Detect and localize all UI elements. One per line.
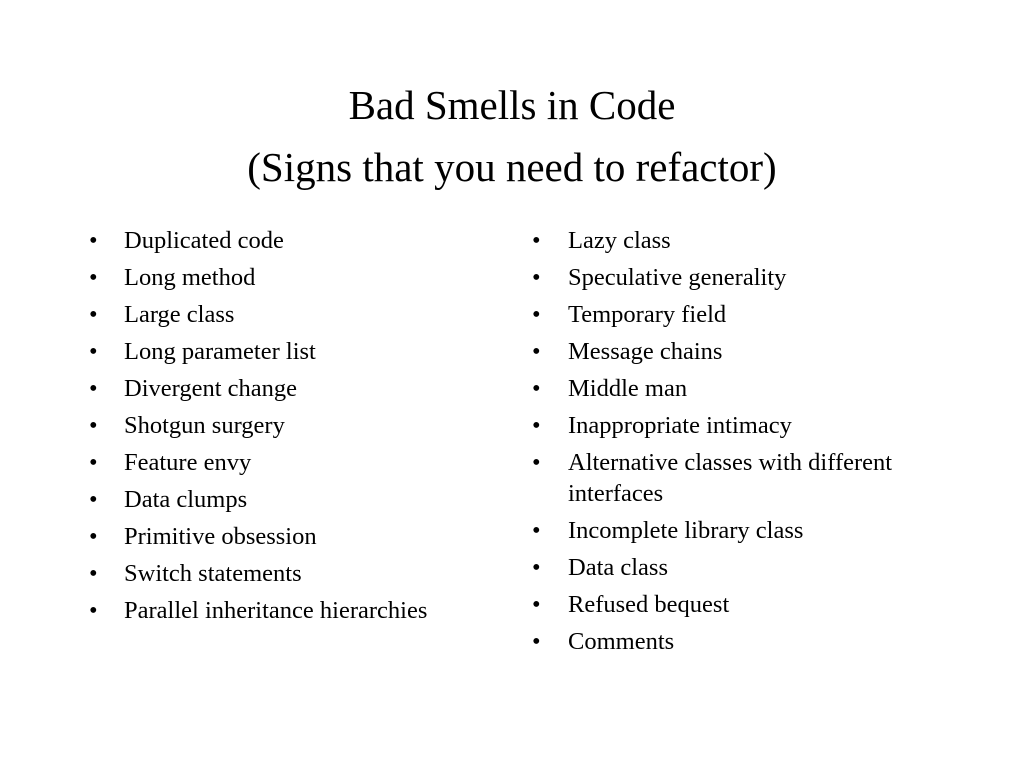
bullet-item: • Data clumps	[84, 484, 504, 521]
bullet-point-icon: •	[89, 560, 98, 587]
bullet-item-label: Data clumps	[124, 486, 248, 513]
bullet-item: • Long parameter list	[84, 336, 504, 373]
bullet-item-label: Refused bequest	[568, 591, 730, 618]
bullet-item-label: Feature envy	[124, 449, 252, 476]
slide-canvas: Bad Smells in Code (Signs that you need …	[0, 0, 1024, 768]
bullet-point-icon: •	[89, 486, 98, 513]
bullet-point-icon: •	[532, 227, 541, 254]
slide-title: Bad Smells in Code (Signs that you need …	[0, 74, 1024, 198]
bullet-item: • Primitive obsession	[84, 521, 504, 558]
bullet-item: • Temporary field	[527, 299, 917, 336]
bullet-list-right: • Lazy class • Speculative generality • Tempo…	[527, 225, 917, 663]
bullet-item: • Speculative generality	[527, 262, 917, 299]
bullet-item-label: Long parameter list	[124, 338, 316, 365]
bullet-list-left: • Duplicated code • Long method • Large class…	[84, 225, 504, 632]
bullet-point-icon: •	[89, 264, 98, 291]
bullet-item: • Large class	[84, 299, 504, 336]
bullet-item: • Inappropriate intimacy	[527, 410, 917, 447]
bullet-item-label: Alternative classes with different inter…	[568, 449, 893, 507]
bullet-item: • Message chains	[527, 336, 917, 373]
bullet-point-icon: •	[532, 517, 541, 544]
bullet-item-label: Message chains	[568, 338, 723, 365]
bullet-point-icon: •	[532, 449, 541, 476]
bullet-point-icon: •	[532, 375, 541, 402]
title-line-1: Bad Smells in Code	[348, 82, 676, 128]
bullet-point-icon: •	[532, 554, 541, 581]
bullet-point-icon: •	[89, 375, 98, 402]
bullet-item: • Refused bequest	[527, 589, 917, 626]
bullet-column-right: • Lazy class • Speculative generality • Tempo…	[527, 225, 917, 663]
bullet-item-label: Primitive obsession	[124, 523, 317, 550]
bullet-item-label: Incomplete library class	[568, 517, 804, 544]
bullet-point-icon: •	[532, 338, 541, 365]
bullet-point-icon: •	[89, 301, 98, 328]
bullet-columns: • Duplicated code • Long method • Large class…	[0, 225, 1024, 685]
bullet-item-label: Parallel inheritance hierarchies	[124, 597, 428, 624]
bullet-item-label: Lazy class	[568, 227, 671, 254]
bullet-column-left: • Duplicated code • Long method • Large class…	[84, 225, 504, 632]
bullet-item-label: Comments	[568, 628, 675, 655]
bullet-item-label: Duplicated code	[124, 227, 284, 254]
bullet-point-icon: •	[89, 523, 98, 550]
bullet-item-label: Divergent change	[124, 375, 298, 402]
bullet-item-label: Temporary field	[568, 301, 727, 328]
bullet-point-icon: •	[89, 449, 98, 476]
bullet-point-icon: •	[532, 264, 541, 291]
bullet-item: • Switch statements	[84, 558, 504, 595]
bullet-point-icon: •	[532, 591, 541, 618]
bullet-item: • Feature envy	[84, 447, 504, 484]
bullet-item: • Comments	[527, 626, 917, 663]
bullet-item-label: Inappropriate intimacy	[568, 412, 792, 439]
bullet-point-icon: •	[532, 301, 541, 328]
bullet-item: • Data class	[527, 552, 917, 589]
bullet-point-icon: •	[89, 412, 98, 439]
bullet-item-label: Middle man	[568, 375, 688, 402]
bullet-item-label: Data class	[568, 554, 668, 581]
bullet-item-label: Speculative generality	[568, 264, 787, 291]
bullet-point-icon: •	[532, 628, 541, 655]
bullet-item: • Long method	[84, 262, 504, 299]
bullet-item: • Divergent change	[84, 373, 504, 410]
bullet-point-icon: •	[532, 412, 541, 439]
bullet-item: • Middle man	[527, 373, 917, 410]
bullet-item: • Duplicated code	[84, 225, 504, 262]
bullet-point-icon: •	[89, 338, 98, 365]
bullet-point-icon: •	[89, 227, 98, 254]
bullet-item-label: Long method	[124, 264, 256, 291]
bullet-item: • Lazy class	[527, 225, 917, 262]
bullet-item: • Shotgun surgery	[84, 410, 504, 447]
bullet-point-icon: •	[89, 597, 98, 624]
bullet-item-label: Large class	[124, 301, 235, 328]
bullet-item: • Incomplete library class	[527, 515, 917, 552]
bullet-item-label: Switch statements	[124, 560, 302, 587]
bullet-item: • Parallel inheritance hierarchies	[84, 595, 504, 632]
title-line-2: (Signs that you need to refactor)	[247, 144, 777, 190]
bullet-item: • Alternative classes with different inte…	[527, 447, 917, 515]
bullet-item-label: Shotgun surgery	[124, 412, 285, 439]
